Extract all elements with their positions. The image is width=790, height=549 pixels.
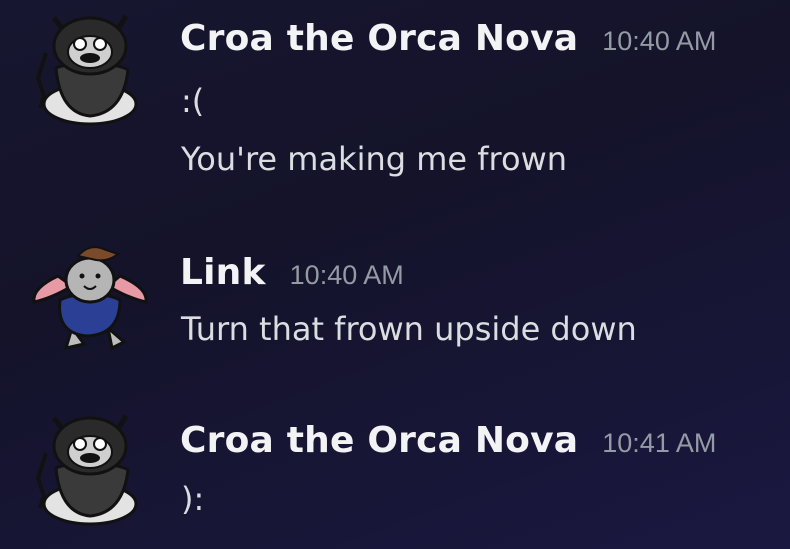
message-text: ): (181, 480, 205, 518)
timestamp[interactable]: 10:41 AM (602, 428, 716, 459)
message-header: Croa the Orca Nova 10:41 AM (180, 420, 716, 461)
author-name[interactable]: Croa the Orca Nova (180, 420, 578, 461)
message-header: Link 10:40 AM (180, 252, 404, 293)
message-text: You're making me frown (181, 140, 568, 178)
message-text: :( (181, 82, 205, 120)
author-name[interactable]: Link (180, 252, 266, 293)
bunny-avatar-icon[interactable] (28, 236, 152, 356)
message-header: Croa the Orca Nova 10:40 AM (180, 18, 716, 59)
message-text: Turn that frown upside down (181, 310, 637, 348)
author-name[interactable]: Croa the Orca Nova (180, 18, 578, 59)
orca-avatar-icon[interactable] (28, 408, 152, 528)
timestamp[interactable]: 10:40 AM (602, 26, 716, 57)
timestamp[interactable]: 10:40 AM (290, 260, 404, 291)
orca-avatar-icon[interactable] (28, 8, 152, 128)
